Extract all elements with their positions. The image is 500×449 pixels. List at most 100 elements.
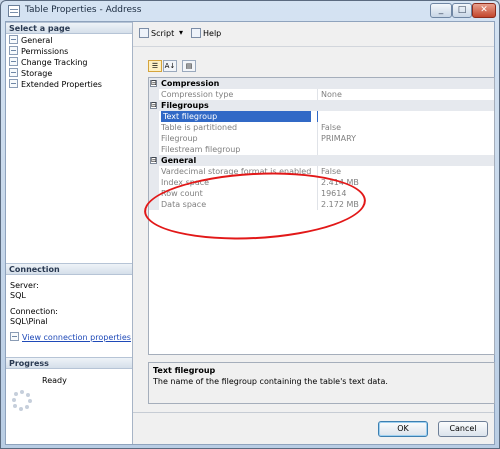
- nav-page-storage[interactable]: Storage: [9, 68, 52, 79]
- row-gutter: [149, 199, 159, 210]
- row-gutter: [149, 111, 159, 122]
- property-name: Text filegroup: [161, 111, 311, 122]
- connection-value: SQL\Pinal: [10, 317, 48, 326]
- property-name: General: [161, 156, 197, 165]
- help-button[interactable]: Help: [191, 28, 221, 38]
- connection-icon: [10, 332, 19, 341]
- title-bar[interactable]: Table Properties - Address _ □ ✕: [1, 1, 499, 21]
- property-name: Index space: [161, 178, 210, 187]
- row-gutter: [149, 89, 159, 100]
- property-name: Table is partitioned: [161, 123, 238, 132]
- collapse-icon[interactable]: ⊟: [150, 157, 157, 164]
- collapse-icon[interactable]: ⊟: [150, 80, 157, 87]
- grid-toolbar: ☰ A↓ ▤: [148, 60, 197, 72]
- maximize-button[interactable]: □: [452, 3, 472, 18]
- page-icon: [9, 79, 18, 88]
- collapse-icon[interactable]: ⊟: [150, 102, 157, 109]
- minimize-button[interactable]: _: [430, 3, 452, 18]
- grid-property-row[interactable]: Row count 19614: [149, 188, 494, 199]
- server-value: SQL: [10, 291, 26, 300]
- divider: [133, 412, 494, 413]
- property-name: Row count: [161, 189, 203, 198]
- window-title: Table Properties - Address: [25, 5, 142, 15]
- select-page-header: Select a page: [6, 22, 132, 34]
- row-gutter: [149, 122, 159, 133]
- row-gutter: [149, 166, 159, 177]
- script-icon: [139, 28, 149, 38]
- property-value[interactable]: None: [317, 89, 492, 100]
- row-gutter: [149, 133, 159, 144]
- property-grid[interactable]: ⊟ Compression Compression type None ⊟ Filegro…: [148, 77, 495, 355]
- description-title: Text filegroup: [153, 366, 216, 375]
- property-value[interactable]: PRIMARY: [317, 133, 492, 144]
- nav-page-change-tracking[interactable]: Change Tracking: [9, 57, 87, 68]
- row-gutter: [149, 177, 159, 188]
- property-value[interactable]: [317, 144, 492, 155]
- alphabetical-icon[interactable]: A↓: [163, 60, 177, 72]
- property-name: Filegroups: [161, 101, 209, 110]
- view-connection-link[interactable]: View connection properties: [10, 332, 131, 342]
- property-name: Compression type: [161, 90, 234, 99]
- grid-category-row[interactable]: ⊟ General: [149, 155, 494, 166]
- description-text: The name of the filegroup containing the…: [153, 377, 388, 386]
- description-panel: Text filegroup The name of the filegroup…: [148, 362, 495, 404]
- property-name: Compression: [161, 79, 220, 88]
- dialog-client: Select a page General Permissions Change…: [5, 21, 495, 445]
- property-value[interactable]: 19614: [317, 188, 492, 199]
- page-icon: [9, 57, 18, 66]
- nav-page-permissions[interactable]: Permissions: [9, 46, 68, 57]
- grid-property-row[interactable]: Filestream filegroup: [149, 144, 494, 155]
- help-icon: [191, 28, 201, 38]
- categorized-icon[interactable]: ☰: [148, 60, 162, 72]
- nav-page-general[interactable]: General: [9, 35, 53, 46]
- grid-property-row[interactable]: Index space 2.414 MB: [149, 177, 494, 188]
- cancel-button[interactable]: Cancel: [438, 421, 488, 437]
- property-value[interactable]: 2.414 MB: [317, 177, 492, 188]
- script-button[interactable]: Script: [139, 28, 174, 38]
- property-value[interactable]: False: [317, 122, 492, 133]
- property-name: Filegroup: [161, 134, 198, 143]
- toolbar: Script ▾ Help: [133, 22, 494, 47]
- script-label: Script: [151, 29, 175, 38]
- nav-page-label: Permissions: [21, 47, 69, 56]
- dialog-window: Table Properties - Address _ □ ✕ Select …: [0, 0, 500, 449]
- script-dropdown-icon[interactable]: ▾: [179, 28, 183, 37]
- ok-button[interactable]: OK: [378, 421, 428, 437]
- table-icon: [8, 5, 20, 17]
- grid-property-row[interactable]: Table is partitioned False: [149, 122, 494, 133]
- grid-category-row[interactable]: ⊟ Filegroups: [149, 100, 494, 111]
- property-name: Filestream filegroup: [161, 145, 241, 154]
- nav-page-extended-properties[interactable]: Extended Properties: [9, 79, 102, 90]
- grid-property-row[interactable]: Vardecimal storage format is enabled Fals…: [149, 166, 494, 177]
- row-gutter: [149, 188, 159, 199]
- left-pane: Select a page General Permissions Change…: [6, 22, 133, 444]
- page-icon: [9, 46, 18, 55]
- property-name: Vardecimal storage format is enabled: [161, 167, 311, 176]
- row-gutter: [149, 144, 159, 155]
- connection-label: Connection:: [10, 307, 58, 316]
- view-connection-link-text[interactable]: View connection properties: [22, 333, 131, 342]
- progress-header: Progress: [6, 357, 132, 369]
- nav-page-label: Extended Properties: [21, 80, 102, 89]
- grid-property-row[interactable]: Filegroup PRIMARY: [149, 133, 494, 144]
- grid-property-row[interactable]: Data space 2.172 MB: [149, 199, 494, 210]
- connection-header: Connection: [6, 263, 132, 275]
- property-pages-icon[interactable]: ▤: [182, 60, 196, 72]
- grid-category-row[interactable]: ⊟ Compression: [149, 78, 494, 89]
- right-pane: Script ▾ Help ☰ A↓ ▤ ⊟ Compression Compressi…: [133, 22, 495, 444]
- property-value[interactable]: 2.172 MB: [317, 199, 492, 210]
- help-label: Help: [203, 29, 222, 38]
- grid-property-row[interactable]: Text filegroup: [149, 111, 494, 122]
- page-icon: [9, 68, 18, 77]
- server-label: Server:: [10, 281, 39, 290]
- progress-status: Ready: [42, 376, 67, 385]
- property-value[interactable]: [317, 111, 492, 122]
- close-button[interactable]: ✕: [472, 3, 496, 18]
- nav-page-label: Storage: [21, 69, 53, 78]
- nav-page-label: General: [21, 36, 53, 45]
- property-value[interactable]: False: [317, 166, 492, 177]
- property-name: Data space: [161, 200, 207, 209]
- nav-page-label: Change Tracking: [21, 58, 88, 67]
- page-icon: [9, 35, 18, 44]
- grid-property-row[interactable]: Compression type None: [149, 89, 494, 100]
